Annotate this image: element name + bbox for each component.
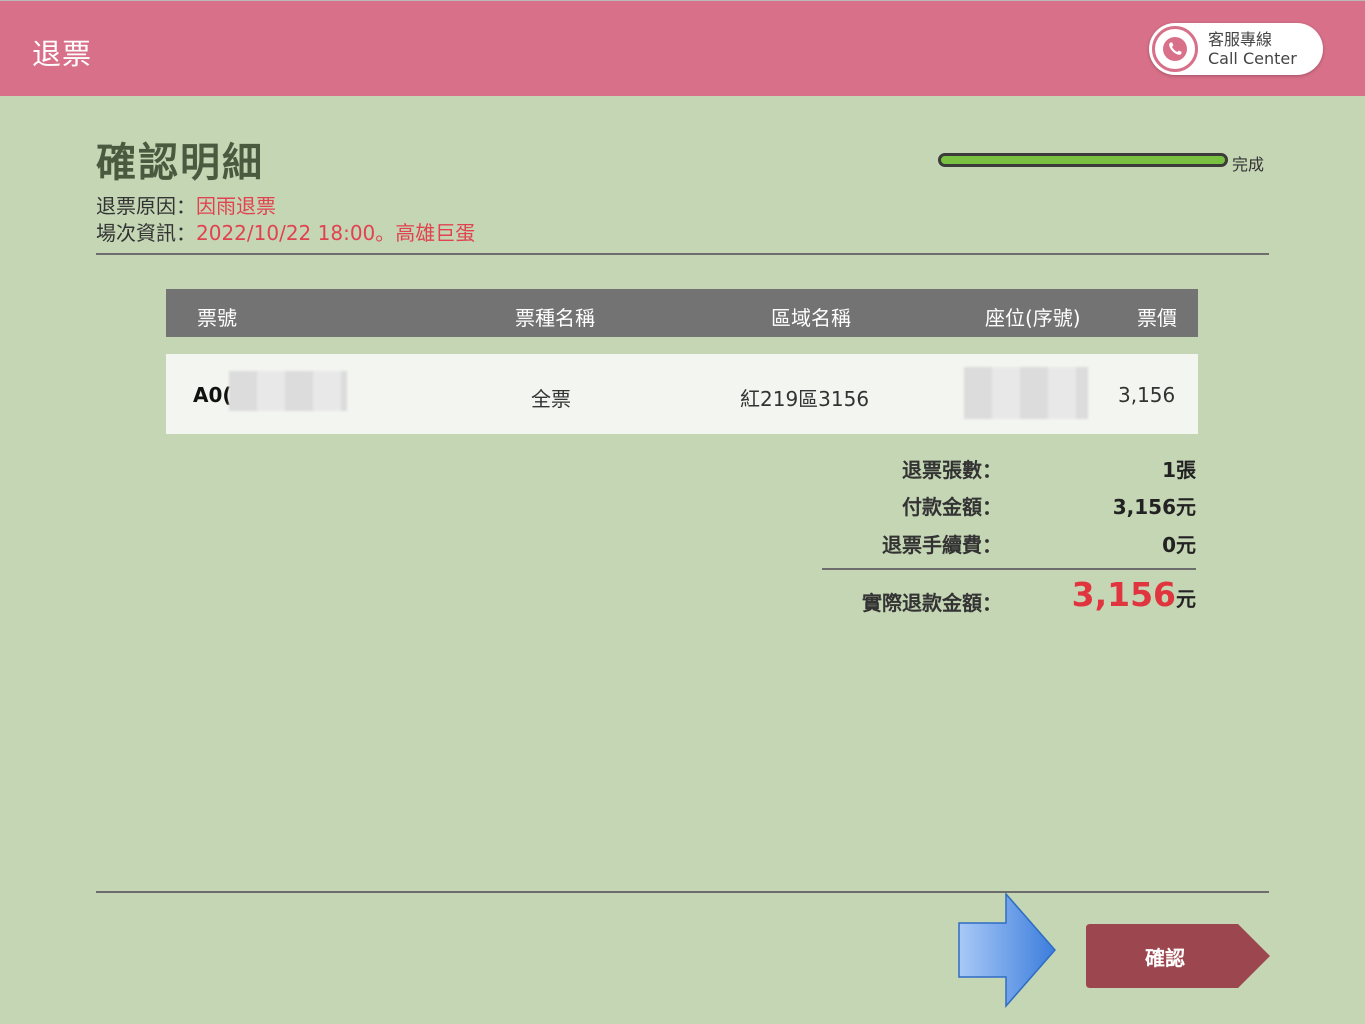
session-info-value: 2022/10/22 18:00。高雄巨蛋 xyxy=(196,221,476,245)
confirm-button-label: 確認 xyxy=(1145,946,1185,970)
progress-bar xyxy=(938,153,1228,167)
cell-area: 紅219區3156 xyxy=(740,387,870,411)
refund-reason-value: 因雨退票 xyxy=(196,194,276,218)
progress-label: 完成 xyxy=(1232,155,1265,174)
redacted-seat xyxy=(964,367,1088,419)
column-header-seat: 座位(序號) xyxy=(985,306,1081,330)
redacted-ticket-no xyxy=(229,371,347,411)
refund-count-value: 1張 xyxy=(1162,458,1196,482)
paid-amount-label: 付款金額： xyxy=(902,495,1002,519)
column-header-area: 區域名稱 xyxy=(771,306,851,330)
session-info-label: 場次資訊： xyxy=(96,221,196,245)
actual-refund-value: 3,156元 xyxy=(1040,575,1196,614)
cell-price: 3,156 xyxy=(1118,383,1176,407)
call-center-label-zh: 客服專線 xyxy=(1208,30,1273,49)
confirm-button[interactable]: 確認 xyxy=(1086,924,1270,988)
divider-bottom xyxy=(96,891,1269,893)
refund-reason-label: 退票原因： xyxy=(96,194,196,218)
phone-ring xyxy=(1152,26,1198,72)
refund-fee-value: 0元 xyxy=(1162,533,1196,557)
header-bar: 退票 客服專線 Call Center xyxy=(0,0,1365,96)
table-row: A0( 全票 紅219區3156 3,156 xyxy=(166,354,1198,434)
column-header-ticket-no: 票號 xyxy=(197,306,237,330)
cell-ticket-no: A0( xyxy=(193,383,232,407)
actual-refund-amount: 3,156 xyxy=(1071,575,1176,614)
summary-divider xyxy=(822,568,1196,570)
column-header-ticket-type: 票種名稱 xyxy=(515,306,595,330)
call-center-label-en: Call Center xyxy=(1208,49,1297,68)
cell-ticket-type: 全票 xyxy=(531,387,571,411)
actual-refund-unit: 元 xyxy=(1176,587,1196,611)
call-center-button[interactable]: 客服專線 Call Center xyxy=(1149,23,1323,75)
session-info: 場次資訊：2022/10/22 18:00。高雄巨蛋 xyxy=(96,221,475,245)
refund-reason: 退票原因：因雨退票 xyxy=(96,194,276,218)
arrow-right-icon xyxy=(958,892,1058,1013)
actual-refund-label: 實際退款金額： xyxy=(862,591,1002,615)
header-title: 退票 xyxy=(32,37,93,71)
refund-count-label: 退票張數： xyxy=(902,458,1002,482)
column-header-price: 票價 xyxy=(1137,306,1177,330)
phone-icon xyxy=(1163,37,1187,61)
table-header: 票號 票種名稱 區域名稱 座位(序號) 票價 xyxy=(166,289,1198,337)
page-title: 確認明細 xyxy=(96,140,264,186)
paid-amount-value: 3,156元 xyxy=(1112,495,1196,519)
refund-fee-label: 退票手續費： xyxy=(882,533,1002,557)
divider-top xyxy=(96,253,1269,255)
